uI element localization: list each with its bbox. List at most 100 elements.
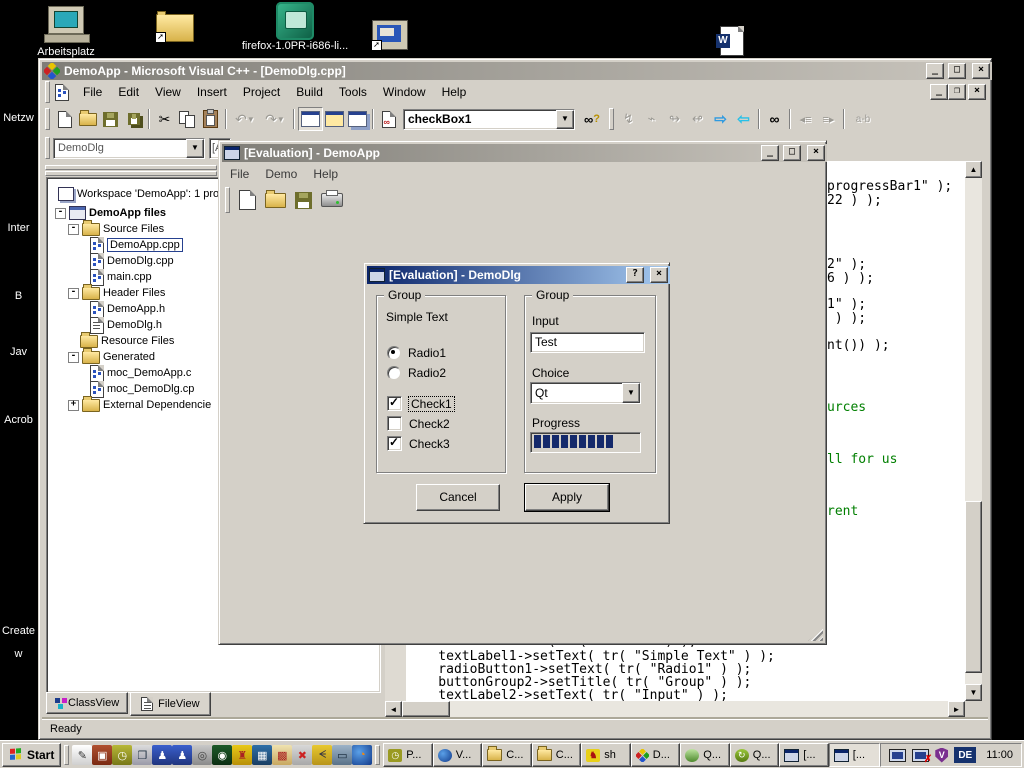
toolbar-grip[interactable] — [45, 81, 50, 103]
input-field[interactable]: Test — [530, 332, 645, 353]
maximize-button[interactable]: □ — [948, 63, 966, 79]
checkbox-icon[interactable]: ✓ — [387, 396, 402, 411]
task-button[interactable]: ↻ Q... — [730, 743, 780, 767]
radio-radio1[interactable]: Radio1 — [387, 346, 446, 360]
task-button[interactable]: Q... — [680, 743, 730, 767]
collapse-icon[interactable]: - — [68, 224, 79, 235]
toolbar-grip[interactable] — [225, 187, 230, 213]
tree-row-folder[interactable]: - Header Files — [68, 285, 165, 301]
menu-window[interactable]: Window — [375, 83, 434, 101]
minimize-button[interactable]: _ — [761, 145, 779, 161]
tree-row-folder[interactable]: - Generated — [68, 349, 155, 365]
desktop-icon-label[interactable]: Netzw — [0, 112, 37, 124]
task-button[interactable]: [... — [779, 743, 829, 767]
checkbox-check2[interactable]: Check2 — [387, 416, 450, 431]
vc-title-bar[interactable]: DemoApp - Microsoft Visual C++ - [DemoDl… — [42, 62, 992, 80]
quicklaunch-map-icon[interactable]: ▩ — [272, 745, 292, 765]
tree-row-project[interactable]: - DemoApp files — [55, 205, 166, 221]
choice-combo[interactable]: Qt ▼ — [530, 382, 641, 404]
checkbox-icon[interactable]: ✓ — [387, 436, 402, 451]
menu-file[interactable]: File — [222, 165, 257, 183]
workspace-pane-button[interactable] — [298, 107, 323, 131]
menu-edit[interactable]: Edit — [110, 83, 147, 101]
radio-icon[interactable] — [387, 346, 401, 360]
quicklaunch-pinwheel-icon[interactable]: ✖ — [292, 745, 312, 765]
find-in-files-button[interactable]: ∞ — [377, 108, 400, 130]
task-button[interactable]: ♞ sh — [581, 743, 631, 767]
start-button[interactable]: Start — [2, 743, 61, 767]
radio-radio2[interactable]: Radio2 — [387, 366, 446, 380]
menu-build[interactable]: Build — [288, 83, 331, 101]
scroll-right-button[interactable]: ► — [948, 701, 965, 717]
collapse-icon[interactable]: - — [68, 352, 79, 363]
scroll-left-button[interactable]: ◄ — [385, 701, 402, 717]
checkbox-icon[interactable] — [387, 416, 402, 431]
task-button[interactable]: C... — [532, 743, 582, 767]
menu-help[interactable]: Help — [434, 83, 475, 101]
mdi-minimize-button[interactable]: _ — [930, 84, 948, 100]
combo-dropdown-button[interactable]: ▼ — [556, 110, 574, 129]
tree-row-folder[interactable]: + External Dependencie — [68, 397, 211, 413]
find-combo[interactable]: checkBox1 ▼ — [403, 109, 575, 130]
keyboard-layout-indicator[interactable]: DE — [954, 747, 976, 763]
mdi-document-icon[interactable] — [55, 84, 69, 101]
collapse-icon[interactable]: - — [68, 288, 79, 299]
desktop-icon-label[interactable]: Acrob — [0, 414, 37, 426]
demoapp-title-bar[interactable]: [Evaluation] - DemoApp _ □ × — [222, 144, 827, 162]
redo-button[interactable]: ↷▼ — [260, 108, 290, 130]
scrollbar-thumb[interactable] — [402, 701, 450, 717]
scroll-up-button[interactable]: ▲ — [965, 161, 982, 178]
menu-view[interactable]: View — [147, 83, 189, 101]
desktop-icon-label[interactable]: Jav — [0, 346, 37, 358]
quicklaunch-users-icon[interactable]: ♟ — [172, 745, 192, 765]
checkbox-check1[interactable]: ✓ Check1 — [387, 396, 454, 411]
desktop-icon-label[interactable]: w — [0, 648, 37, 660]
paste-button[interactable] — [199, 108, 222, 130]
browse-prev-definition-button[interactable]: ↯ — [617, 108, 640, 130]
help-button[interactable]: ? — [626, 267, 644, 283]
desktop-icon-label[interactable]: Inter — [0, 222, 37, 234]
task-button-active[interactable]: [... — [829, 743, 880, 767]
quicklaunch-text-editor-icon[interactable]: ✎ — [72, 745, 92, 765]
unindent-button[interactable]: ◂≡ — [794, 108, 817, 130]
goto-prev-button[interactable]: ⇦ — [732, 108, 755, 130]
quicklaunch-desktop-settings-icon[interactable]: ❐ — [132, 745, 152, 765]
close-button[interactable]: × — [972, 63, 990, 79]
expand-icon[interactable]: + — [68, 400, 79, 411]
open-button[interactable] — [76, 108, 99, 130]
undo-button[interactable]: ↶▼ — [230, 108, 260, 130]
editor-vertical-scrollbar[interactable]: ▲ ▼ — [965, 161, 982, 701]
toolbar-grip[interactable] — [45, 108, 50, 130]
tree-row-file[interactable]: DemoDlg.cpp — [90, 253, 174, 269]
tree-row-file[interactable]: main.cpp — [90, 269, 152, 285]
apply-button[interactable]: Apply — [525, 484, 609, 511]
menu-demo[interactable]: Demo — [257, 165, 305, 183]
toolbar-grip[interactable] — [609, 108, 614, 130]
desktop-icon-folder[interactable]: ➚ — [156, 14, 194, 42]
cut-button[interactable]: ✂ — [153, 108, 176, 130]
desktop-icon-label[interactable]: B — [0, 290, 37, 302]
antivirus-shield-icon[interactable]: V — [935, 748, 948, 763]
browse-references-button[interactable]: ↬ — [663, 108, 686, 130]
toolbar-grip[interactable] — [45, 137, 50, 159]
minimize-button[interactable]: _ — [926, 63, 944, 79]
quicklaunch-calculator-icon[interactable]: ▦ — [252, 745, 272, 765]
checkbox-check3[interactable]: ✓ Check3 — [387, 436, 450, 451]
editor-horizontal-scrollbar[interactable]: ◄ ► — [385, 701, 965, 717]
tree-row-file[interactable]: DemoApp.cpp — [90, 237, 183, 253]
tree-row-file[interactable]: DemoApp.h — [90, 301, 165, 317]
menu-file[interactable]: File — [75, 83, 110, 101]
scroll-down-button[interactable]: ▼ — [965, 684, 982, 701]
menu-help[interactable]: Help — [305, 165, 346, 183]
radio-icon[interactable] — [387, 366, 401, 380]
network-icon[interactable] — [889, 749, 906, 762]
quicklaunch-terminal-icon[interactable]: ▭ — [332, 745, 352, 765]
quicklaunch-package-icon[interactable]: ▣ — [92, 745, 112, 765]
wizardbar-class-combo[interactable]: DemoDlg ▼ — [53, 138, 205, 159]
indent-button[interactable]: ≡▸ — [817, 108, 840, 130]
format-button[interactable]: a-b — [848, 108, 878, 130]
save-button[interactable] — [99, 108, 122, 130]
maximize-button[interactable]: □ — [783, 145, 801, 161]
desktop-icon-word-document[interactable]: W — [720, 26, 744, 56]
tree-row-file[interactable]: DemoDlg.h — [90, 317, 162, 333]
